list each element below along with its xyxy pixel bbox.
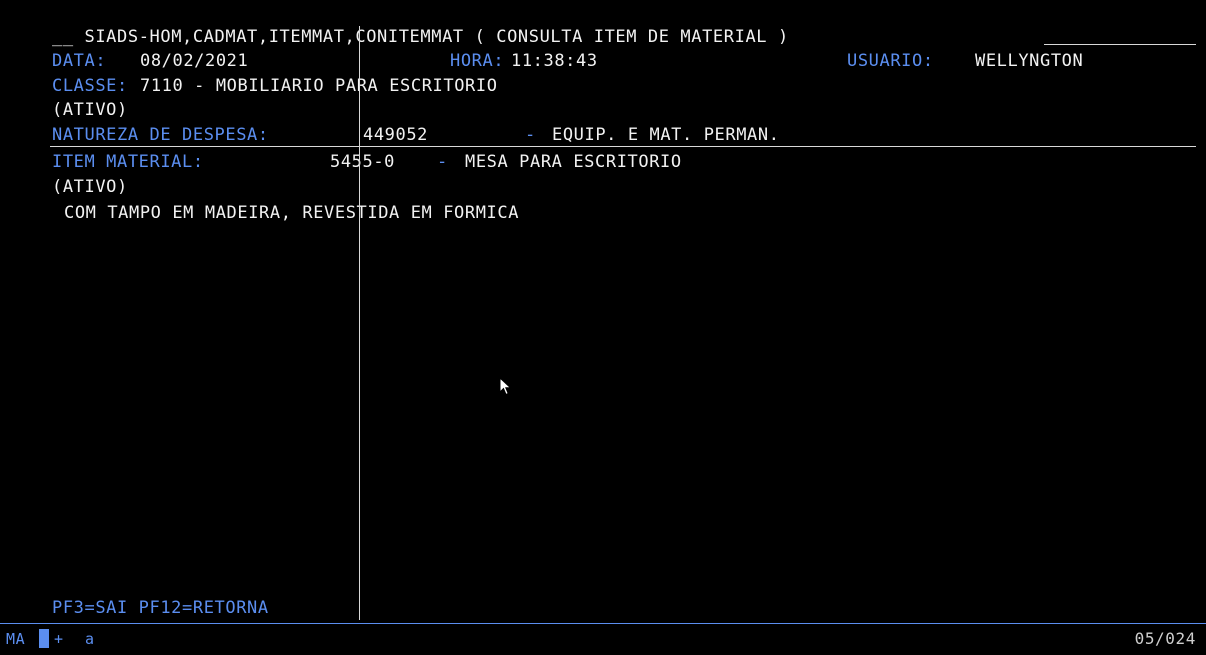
oia-plus: +: [54, 630, 64, 648]
oia-mode: MA: [6, 630, 26, 648]
natureza-dash: -: [525, 125, 536, 145]
status-bar: [0, 624, 1206, 655]
usuario-label: USUARIO:: [847, 51, 934, 71]
item-status: (ATIVO): [52, 177, 128, 197]
screen-title: SIADS-HOM,CADMAT,ITEMMAT,CONITEMMAT ( CO…: [84, 27, 789, 47]
hora-label: HORA:: [450, 51, 505, 71]
data-value: 08/02/2021: [140, 51, 249, 71]
oia-letter: a: [85, 630, 95, 648]
title-underline: [1044, 44, 1196, 45]
hora-value: 11:38:43: [511, 51, 598, 71]
data-label: DATA:: [52, 51, 107, 71]
terminal-screen: __ SIADS-HOM,CADMAT,ITEMMAT,CONITEMMAT (…: [0, 0, 1206, 655]
classe-label: CLASSE:: [52, 76, 128, 96]
natureza-label: NATUREZA DE DESPESA:: [52, 125, 269, 145]
section-divider: [50, 146, 1196, 147]
classe-status: (ATIVO): [52, 100, 128, 120]
natureza-code[interactable]: 449052: [363, 124, 428, 146]
item-label: ITEM MATERIAL:: [52, 152, 204, 172]
title-prefix: __: [52, 27, 74, 47]
item-dash: -: [437, 152, 448, 172]
mouse-pointer-icon: [499, 377, 512, 396]
natureza-description: EQUIP. E MAT. PERMAN.: [552, 125, 780, 145]
usuario-value: WELLYNGTON: [975, 51, 1084, 71]
item-code[interactable]: 5455-0: [330, 151, 395, 173]
oia-cursor-block: [39, 629, 49, 648]
item-name: MESA PARA ESCRITORIO: [465, 152, 682, 172]
column-guide: [359, 26, 360, 620]
item-description: COM TAMPO EM MADEIRA, REVESTIDA EM FORMI…: [64, 203, 520, 223]
function-keys-hint: PF3=SAI PF12=RETORNA: [52, 598, 269, 618]
cursor-position: 05/024: [1134, 629, 1196, 648]
classe-value: 7110 - MOBILIARIO PARA ESCRITORIO: [140, 76, 498, 96]
title-line: __ SIADS-HOM,CADMAT,ITEMMAT,CONITEMMAT (…: [52, 26, 789, 48]
